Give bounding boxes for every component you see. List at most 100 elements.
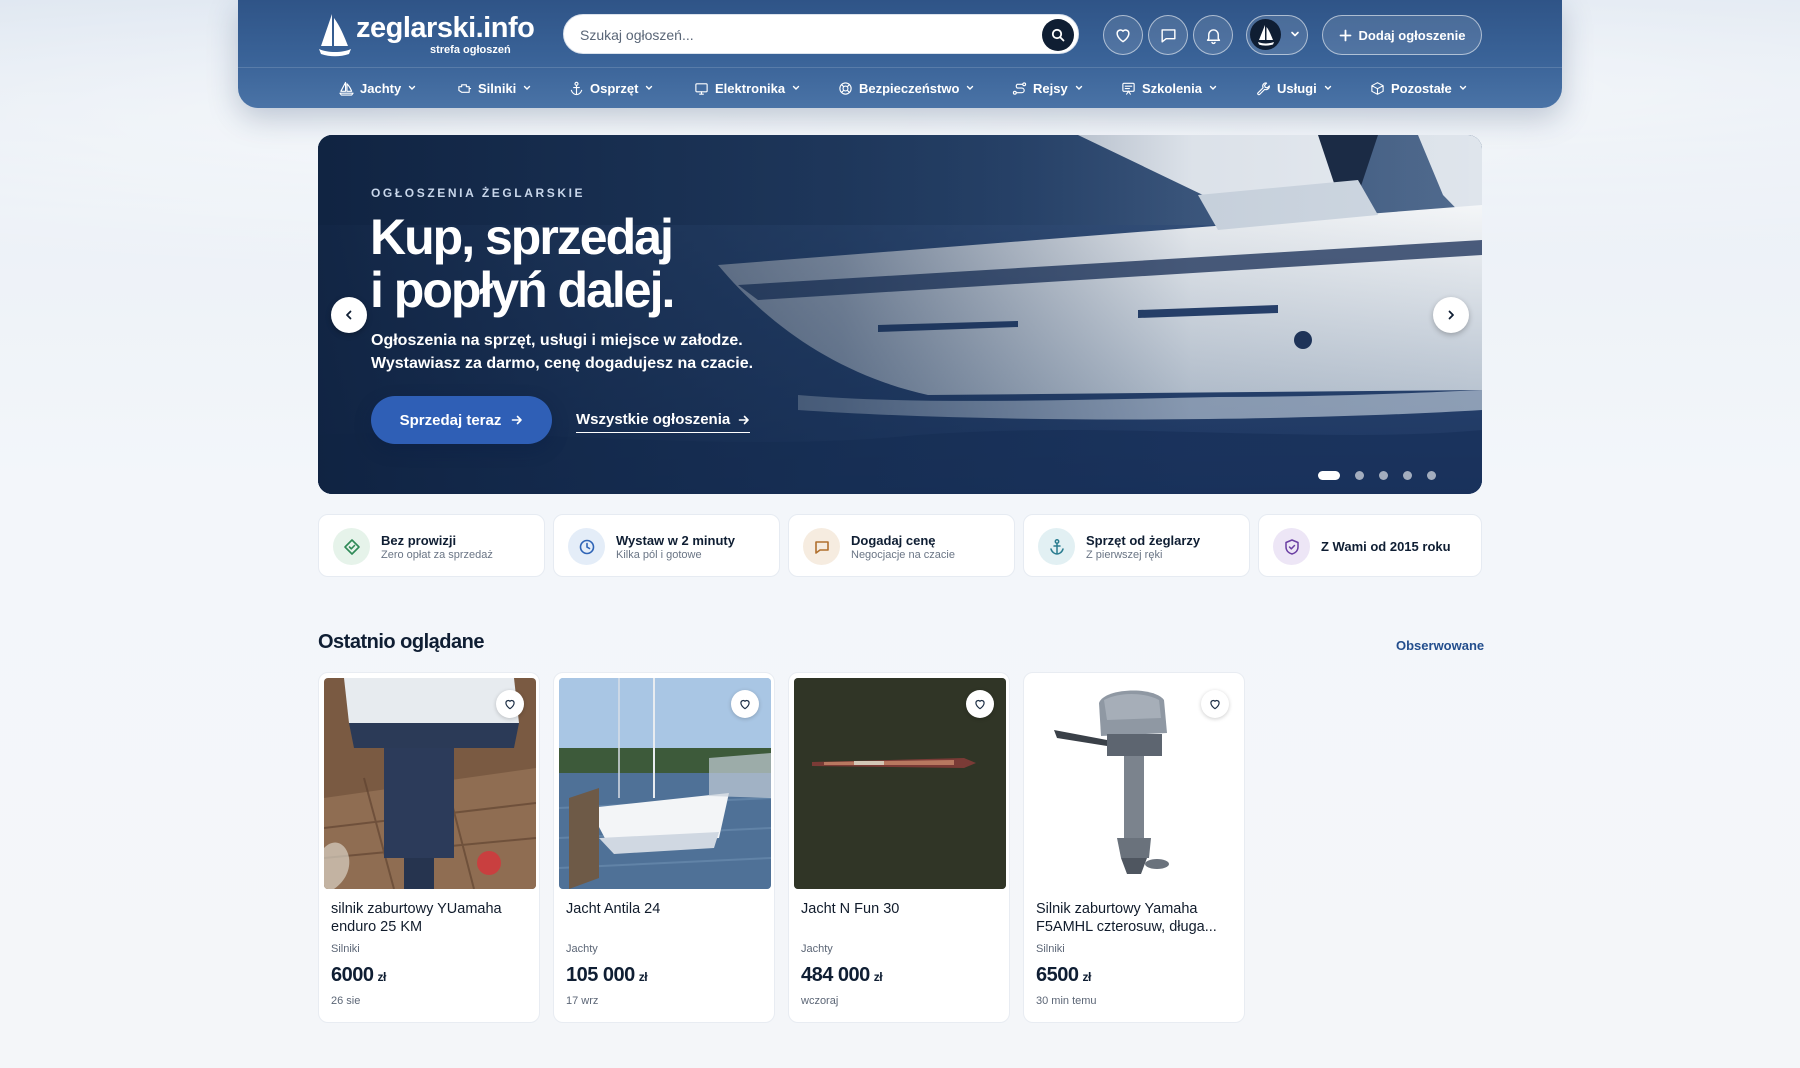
nav-item-uslugi[interactable]: Usługi [1256, 68, 1333, 108]
wrench-icon [1257, 81, 1270, 95]
listing-price: 6000 zł [331, 964, 386, 987]
listing-image [1029, 678, 1241, 889]
hero-description-line: Ogłoszenia na sprzęt, usługi i miejsce w… [371, 332, 743, 349]
favorites-button[interactable] [1103, 15, 1143, 55]
section-title: Ostatnio oglądane [318, 631, 484, 653]
chevron-down-icon [967, 85, 974, 90]
price-value: 484 000 [801, 964, 870, 986]
carousel-prev-button[interactable] [331, 297, 367, 333]
lifebuoy-icon [839, 81, 852, 95]
chevron-down-icon [409, 85, 416, 90]
add-listing-button[interactable]: Dodaj ogłoszenie [1322, 15, 1482, 55]
search-button[interactable] [1042, 19, 1074, 51]
add-listing-label: Dodaj ogłoszenie [1358, 27, 1466, 43]
price-currency: zł [873, 970, 883, 984]
heart-icon [1116, 29, 1130, 43]
carousel-dot[interactable] [1403, 470, 1412, 480]
feature-subtitle: Zero opłat za sprzedaż [381, 549, 493, 561]
feature-icon-wrap [1038, 528, 1075, 565]
price-value: 6000 [331, 964, 374, 986]
chevron-down-icon [1209, 85, 1217, 90]
logo-title: zeglarski.info [356, 12, 535, 44]
favorite-button[interactable] [966, 690, 994, 718]
carousel-dot[interactable] [1355, 470, 1364, 480]
listing-card[interactable]: Jacht Antila 24 Jachty 105 000 zł 17 wrz [553, 672, 775, 1023]
feature-card: Z Wami od 2015 roku [1258, 514, 1482, 577]
listing-card[interactable]: Jacht N Fun 30 Jachty 484 000 zł wczoraj [788, 672, 1010, 1023]
all-listings-link[interactable]: Wszystkie ogłoszenia [576, 407, 751, 433]
feature-icon-wrap [1273, 528, 1310, 565]
listing-price: 6500 zł [1036, 964, 1091, 987]
feature-title: Wystaw w 2 minuty [616, 533, 735, 548]
chevron-down-icon [792, 85, 800, 90]
favorite-button[interactable] [731, 690, 759, 718]
shield-icon [1284, 538, 1299, 555]
listing-image [794, 678, 1006, 889]
feature-icon-wrap [568, 528, 605, 565]
nav-item-silniki[interactable]: Silniki [457, 68, 532, 108]
price-currency: zł [1082, 970, 1092, 984]
carousel-dot[interactable] [1379, 470, 1388, 480]
feature-subtitle: Kilka pól i gotowe [616, 549, 702, 561]
anchor-icon [570, 81, 583, 95]
chevron-right-icon [1448, 310, 1454, 320]
feature-card: Wystaw w 2 minuty Kilka pól i gotowe [553, 514, 780, 577]
hero-title-line: i popłyń dalej. [370, 262, 675, 318]
price-value: 6500 [1036, 964, 1079, 986]
carousel-dot[interactable] [1427, 470, 1436, 480]
price-value: 105 000 [566, 964, 635, 986]
bell-icon [1206, 28, 1220, 44]
favorite-button[interactable] [1201, 690, 1229, 718]
all-listings-label: Wszystkie ogłoszenia [576, 411, 731, 428]
carousel-next-button[interactable] [1433, 297, 1469, 333]
listing-card[interactable]: silnik zaburtowy YUamaha enduro 25 KM Si… [318, 672, 540, 1023]
listing-date: wczoraj [801, 995, 839, 1007]
nav-item-szkolenia[interactable]: Szkolenia [1121, 68, 1218, 108]
sell-now-label: Sprzedaj teraz [399, 411, 502, 429]
watched-link[interactable]: Obserwowane [1396, 638, 1484, 653]
nav-label: Pozostałe [1391, 80, 1452, 96]
user-menu-button[interactable] [1246, 15, 1308, 55]
feature-subtitle: Negocjacje na czacie [851, 549, 955, 561]
hero-description: Ogłoszenia na sprzęt, usługi i miejsce w… [371, 329, 891, 375]
nav-label: Usługi [1277, 80, 1317, 96]
nav-item-bezpieczenstwo[interactable]: Bezpieczeństwo [838, 68, 975, 108]
nav-item-rejsy[interactable]: Rejsy [1012, 68, 1084, 108]
search-bar [563, 14, 1079, 54]
sell-now-button[interactable]: Sprzedaj teraz [371, 396, 552, 444]
listing-category: Jachty [566, 943, 598, 955]
price-currency: zł [377, 970, 387, 984]
listing-card[interactable]: Silnik zaburtowy Yamaha F5AMHL czterosuw… [1023, 672, 1245, 1023]
favorite-button[interactable] [496, 690, 524, 718]
nav-item-osprzet[interactable]: Osprzęt [569, 68, 654, 108]
hero-title-line: Kup, sprzedaj [370, 209, 674, 265]
listing-date: 26 sie [331, 995, 361, 1007]
arrow-right-icon [512, 415, 523, 425]
carousel-dot[interactable] [1318, 470, 1340, 480]
feature-card: Sprzęt od żeglarzy Z pierwszej ręki [1023, 514, 1250, 577]
heart-icon [1210, 699, 1220, 710]
chat-icon [1160, 28, 1176, 43]
logo-subtitle: strefa ogłoszeń [430, 44, 511, 56]
listing-price: 105 000 zł [566, 964, 648, 987]
engine-icon [458, 83, 472, 93]
site-logo[interactable]: zeglarski.info strefa ogłoszeń [318, 12, 548, 58]
monitor-icon [695, 82, 708, 95]
nav-label: Osprzęt [590, 80, 639, 96]
feature-title: Sprzęt od żeglarzy [1086, 533, 1201, 548]
notifications-button[interactable] [1193, 15, 1233, 55]
chevron-down-icon [1291, 31, 1299, 37]
search-input[interactable] [580, 24, 1020, 46]
messages-button[interactable] [1148, 15, 1188, 55]
hero-carousel: OGŁOSZENIA ŻEGLARSKIE Kup, sprzedaj i po… [318, 135, 1482, 494]
nav-item-pozostale[interactable]: Pozostałe [1370, 68, 1468, 108]
carousel-dots [1318, 470, 1436, 480]
chevron-down-icon [1459, 85, 1466, 90]
chevron-down-icon [524, 85, 531, 90]
feature-icon-wrap [803, 528, 840, 565]
box-icon [1371, 81, 1384, 95]
nav-item-jachty[interactable]: Jachty [339, 68, 417, 108]
listing-category: Silniki [331, 943, 360, 955]
feature-subtitle: Z pierwszej ręki [1086, 549, 1163, 561]
nav-item-elektronika[interactable]: Elektronika [694, 68, 801, 108]
